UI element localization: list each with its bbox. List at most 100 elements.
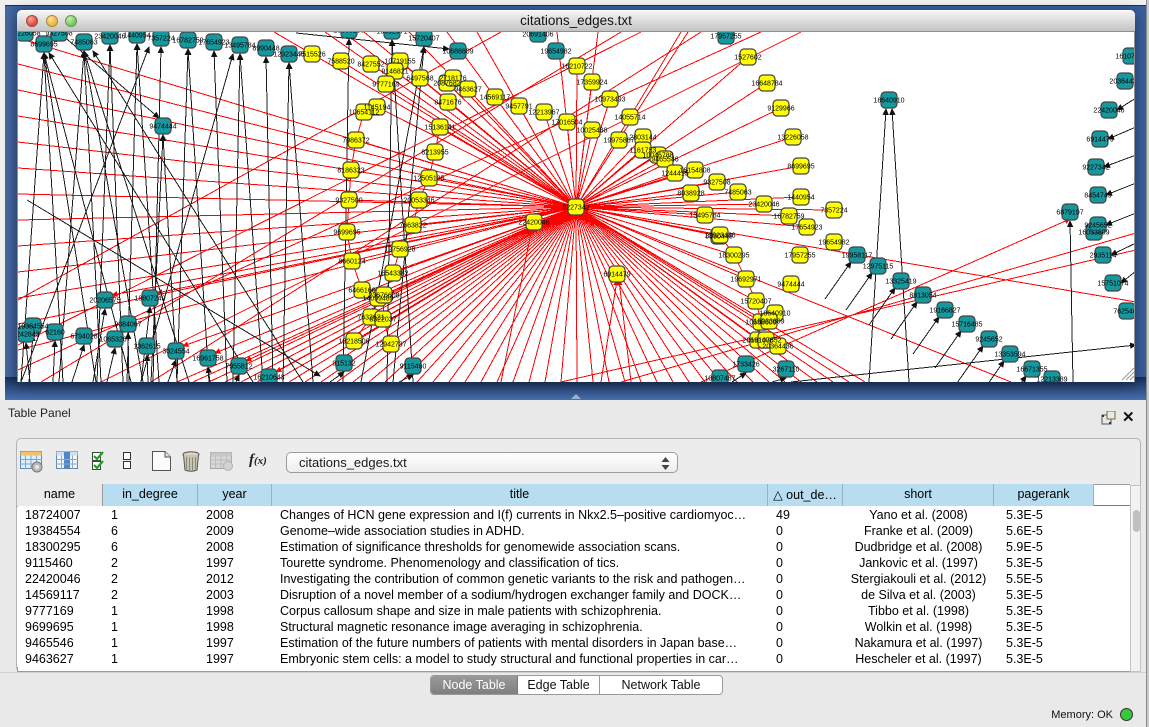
svg-text:9463627: 9463627 [454,87,481,94]
svg-text:13325419: 13325419 [885,279,916,286]
svg-text:9242843: 9242843 [18,332,40,339]
svg-text:7515526: 7515526 [298,52,325,59]
svg-text:14569117: 14569117 [480,95,511,102]
svg-text:12975115: 12975115 [863,264,894,271]
svg-text:12942737: 12942737 [375,342,406,349]
svg-text:13353594: 13353594 [994,352,1025,359]
svg-text:1733426: 1733426 [732,362,759,369]
svg-text:17957255: 17957255 [784,253,815,260]
svg-text:6794028: 6794028 [70,334,97,341]
svg-text:10807487: 10807487 [704,376,735,383]
svg-text:16210643: 16210643 [253,375,284,382]
svg-text:6879197: 6879197 [1056,210,1083,217]
svg-text:14055714: 14055714 [614,115,645,122]
svg-text:16782759: 16782759 [773,214,804,221]
svg-text:20053346: 20053346 [403,198,434,205]
svg-text:7588520: 7588520 [327,59,354,66]
svg-text:19692971: 19692971 [730,277,761,284]
svg-text:19654982: 19654982 [540,49,571,56]
svg-text:10973493: 10973493 [594,97,625,104]
svg-text:9327500: 9327500 [335,198,362,205]
svg-text:18640910: 18640910 [873,98,904,105]
svg-text:9245652: 9245652 [975,337,1002,344]
svg-text:18640910: 18640910 [759,311,790,318]
svg-text:9227342: 9227342 [1082,165,1109,172]
svg-text:16154808: 16154808 [679,168,710,175]
svg-text:16671355: 16671355 [1016,367,1047,374]
svg-text:18300295: 18300295 [718,253,749,260]
svg-text:12923446: 12923446 [704,233,735,240]
svg-text:18300295: 18300295 [333,32,364,35]
svg-text:13495784: 13495784 [689,213,720,220]
svg-text:7357224: 7357224 [147,36,174,43]
svg-text:19654982: 19654982 [818,240,849,247]
svg-text:15136141: 15136141 [424,125,455,132]
svg-text:12213389: 12213389 [1036,377,1067,383]
svg-text:8186323: 8186323 [337,168,364,175]
svg-text:13495784: 13495784 [224,43,255,50]
svg-text:8699695: 8699695 [787,164,814,171]
svg-text:6914479: 6914479 [1086,137,1113,144]
svg-text:7357224: 7357224 [820,208,847,215]
svg-text:16543382: 16543382 [377,271,408,278]
svg-text:8427552: 8427552 [357,62,384,69]
svg-text:10688609: 10688609 [442,49,473,56]
svg-text:9327508: 9327508 [703,180,730,187]
svg-text:19166827: 19166827 [929,308,960,315]
svg-text:16033809: 16033809 [1078,230,1109,237]
svg-text:12505135: 12505135 [413,176,444,183]
svg-text:16107552: 16107552 [1115,54,1135,61]
svg-text:6914479: 6914479 [603,272,630,279]
svg-text:17654923: 17654923 [791,225,822,232]
svg-text:7625402: 7625402 [1113,309,1135,316]
svg-text:9245652: 9245652 [1084,223,1111,230]
svg-text:6497568: 6497568 [406,76,433,83]
svg-text:16210722: 16210722 [561,64,592,71]
svg-text:19384554: 19384554 [18,324,49,331]
svg-text:20364436: 20364436 [1109,79,1135,86]
svg-text:1440954: 1440954 [787,195,814,202]
svg-text:8454749: 8454749 [1084,193,1111,200]
svg-text:15720407: 15720407 [408,36,439,43]
svg-text:15720407: 15720407 [740,299,771,306]
svg-text:16033809: 16033809 [753,319,784,326]
svg-text:17957255: 17957255 [710,34,741,41]
svg-text:15716485: 15716485 [951,322,982,329]
svg-text:1362615: 1362615 [133,344,160,351]
svg-text:19692971: 19692971 [376,32,407,36]
svg-text:19958117: 19958117 [842,253,873,260]
svg-text:8322037: 8322037 [369,317,396,324]
svg-text:9084067: 9084067 [114,322,141,329]
svg-text:20206575: 20206575 [89,298,120,305]
svg-text:20364436: 20364436 [762,344,793,351]
svg-text:7485063: 7485063 [724,190,751,197]
svg-text:20691406: 20691406 [522,32,553,39]
svg-text:2718176: 2718176 [439,76,466,83]
svg-text:8660124: 8660124 [338,259,365,266]
svg-text:19218506: 19218506 [338,339,369,346]
svg-text:9777169: 9777169 [372,82,399,89]
svg-text:7986372: 7986372 [342,138,369,145]
svg-text:9146821: 9146821 [381,69,408,76]
svg-text:10719155: 10719155 [384,59,415,66]
svg-text:8471676: 8471676 [434,100,461,107]
svg-text:9474444: 9474444 [149,124,176,131]
svg-text:17359924: 17359924 [576,80,607,87]
svg-text:22420046: 22420046 [518,220,549,227]
svg-text:10653267: 10653267 [99,337,130,344]
svg-text:8213955: 8213955 [421,150,448,157]
svg-text:23676608: 23676608 [368,293,399,300]
svg-text:19756928: 19756928 [384,247,415,254]
svg-text:62160: 62160 [45,330,65,337]
svg-text:8699695: 8699695 [30,42,57,49]
svg-text:3024554: 3024554 [162,349,189,356]
svg-text:9465546: 9465546 [651,157,678,164]
svg-text:17016504: 17016504 [551,120,582,127]
svg-text:22420046: 22420046 [1093,108,1124,115]
svg-text:10025488: 10025488 [576,128,607,135]
svg-text:9474444: 9474444 [777,282,804,289]
svg-text:9115460: 9115460 [400,364,427,371]
svg-text:10654112: 10654112 [349,110,380,117]
svg-text:9699695: 9699695 [333,230,360,237]
svg-text:16648784: 16648784 [751,81,782,88]
